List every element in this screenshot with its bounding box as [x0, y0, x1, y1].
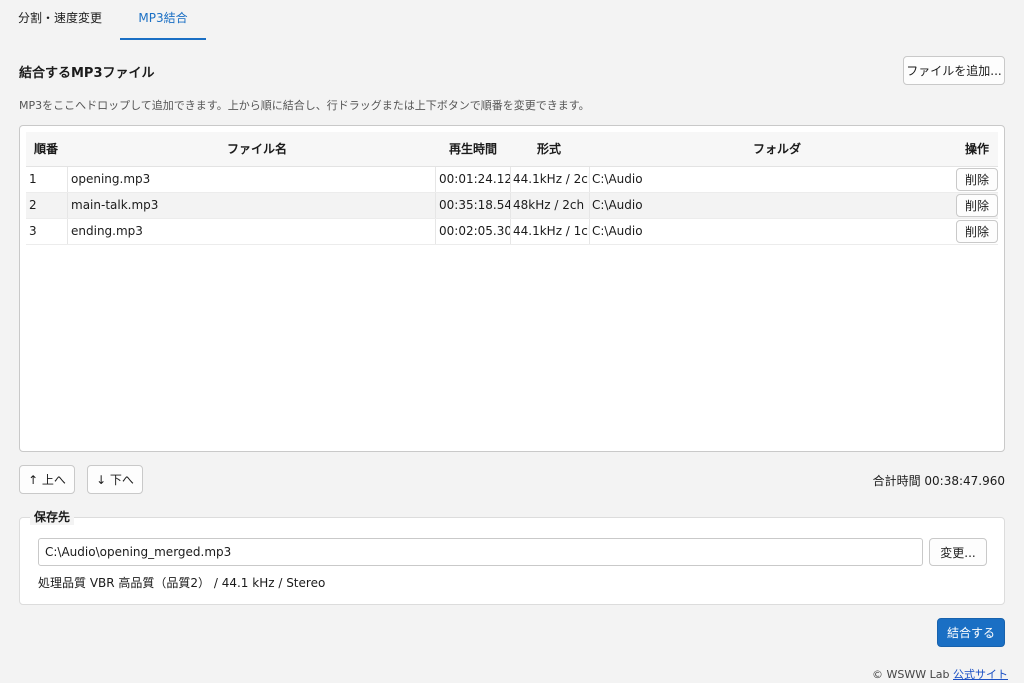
col-duration[interactable]: 再生時間 [449, 132, 497, 166]
row-duration: 00:01:24.120 [435, 167, 511, 192]
tab-bar: 分割・速度変更 MP3結合 [0, 0, 1024, 40]
add-file-button[interactable]: ファイルを追加... [903, 56, 1005, 85]
row-duration: 00:35:18.540 [435, 193, 511, 218]
col-format[interactable]: 形式 [537, 132, 561, 166]
table-row[interactable]: 1 opening.mp3 00:01:24.120 44.1kHz / 2ch… [26, 167, 998, 193]
save-destination-label: 保存先 [30, 508, 75, 525]
row-folder: C:\Audio [589, 219, 952, 244]
copyright-text: © WSWW Lab [872, 668, 953, 681]
row-filename: opening.mp3 [67, 167, 436, 192]
quality-info: 処理品質 VBR 高品質（品質2） / 44.1 kHz / Stereo [38, 576, 326, 590]
row-format: 44.1kHz / 2ch [510, 167, 589, 192]
drop-hint: MP3をここへドロップして追加できます。上から順に結合し、行ドラッグまたは上下ボ… [19, 99, 590, 112]
row-filename: ending.mp3 [67, 219, 436, 244]
delete-button[interactable]: 削除 [956, 220, 998, 243]
tab-mp3-merge[interactable]: MP3結合 [120, 0, 206, 40]
total-time: 合計時間 00:38:47.960 [872, 474, 1005, 488]
tab-split-speed[interactable]: 分割・速度変更 [12, 0, 108, 38]
row-folder: C:\Audio [589, 193, 952, 218]
delete-button[interactable]: 削除 [956, 194, 998, 217]
table-header: 順番 ファイル名 再生時間 形式 フォルダ 操作 [26, 132, 998, 167]
row-order: 2 [29, 198, 37, 212]
official-site-link[interactable]: 公式サイト [953, 668, 1008, 681]
table-row[interactable]: 3 ending.mp3 00:02:05.300 44.1kHz / 1ch … [26, 219, 998, 245]
file-list[interactable]: 順番 ファイル名 再生時間 形式 フォルダ 操作 1 opening.mp3 0… [19, 125, 1005, 452]
change-path-button[interactable]: 変更... [929, 538, 987, 566]
move-up-button[interactable]: ↑ 上へ [19, 465, 75, 494]
footer: © WSWW Lab 公式サイト [872, 666, 1008, 682]
row-folder: C:\Audio [589, 167, 952, 192]
row-format: 44.1kHz / 1ch [510, 219, 589, 244]
delete-button[interactable]: 削除 [956, 168, 998, 191]
row-format: 48kHz / 2ch [510, 193, 589, 218]
col-filename[interactable]: ファイル名 [227, 132, 287, 166]
row-filename: main-talk.mp3 [67, 193, 436, 218]
row-duration: 00:02:05.300 [435, 219, 511, 244]
col-folder[interactable]: フォルダ [753, 132, 801, 166]
col-action: 操作 [965, 142, 990, 156]
table-row[interactable]: 2 main-talk.mp3 00:35:18.540 48kHz / 2ch… [26, 193, 998, 219]
col-order[interactable]: 順番 [34, 132, 58, 166]
row-order: 1 [29, 172, 37, 186]
row-order: 3 [29, 224, 37, 238]
section-title: 結合するMP3ファイル [19, 66, 155, 81]
merge-button[interactable]: 結合する [937, 618, 1005, 647]
move-down-button[interactable]: ↓ 下へ [87, 465, 143, 494]
save-path-input[interactable] [38, 538, 923, 566]
